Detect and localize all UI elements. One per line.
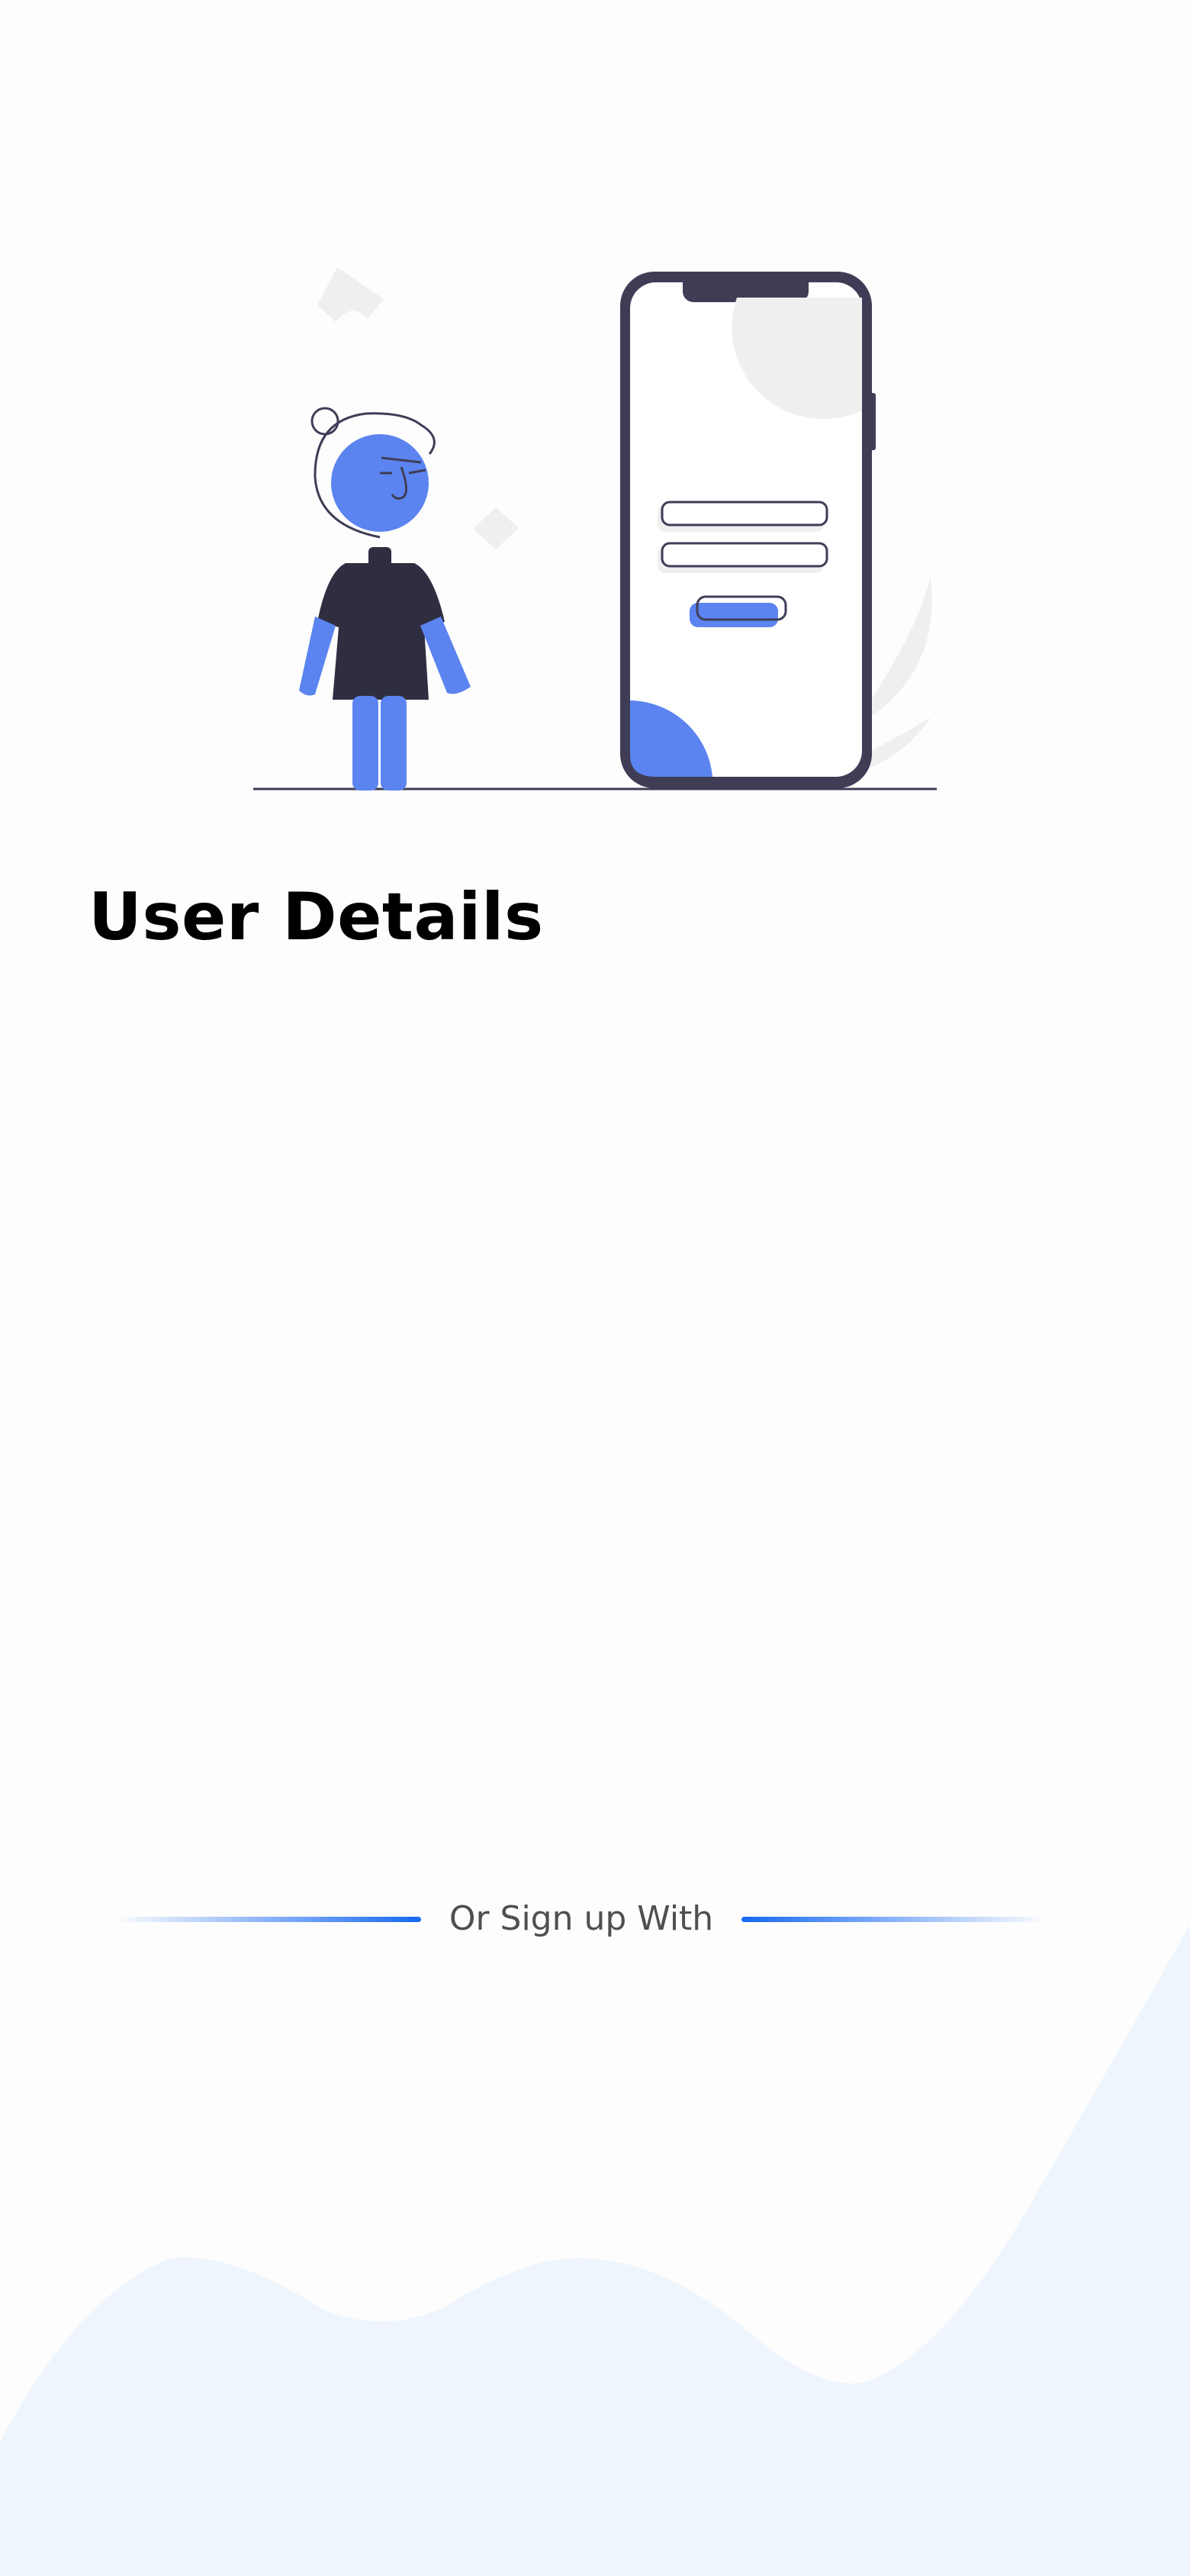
phone-illustration [620, 272, 876, 788]
person-with-phone-illustration [253, 267, 937, 791]
page-title: User Details [88, 879, 544, 955]
background-wave [0, 1924, 1190, 2576]
person-figure [299, 407, 471, 791]
user-details-screen: User Details Or Sign up With [0, 0, 1190, 2576]
